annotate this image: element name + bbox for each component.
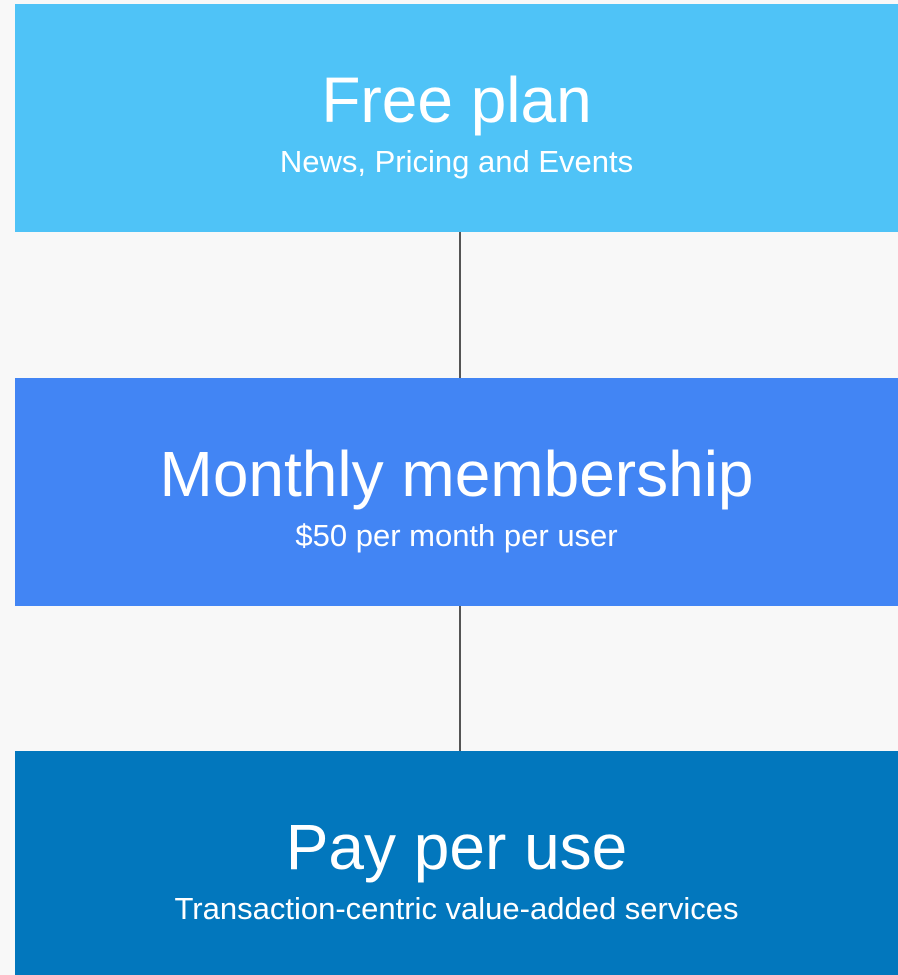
plan-title: Free plan: [321, 64, 592, 136]
plan-box-free: Free plan News, Pricing and Events: [15, 4, 898, 232]
plan-box-pay-per-use: Pay per use Transaction-centric value-ad…: [15, 751, 898, 975]
plan-title: Monthly membership: [159, 438, 754, 510]
plan-subtitle: News, Pricing and Events: [279, 144, 634, 179]
plan-title: Pay per use: [285, 811, 628, 883]
plan-box-monthly: Monthly membership $50 per month per use…: [15, 378, 898, 606]
plan-subtitle: Transaction-centric value-added services: [174, 891, 739, 926]
connector-line: [459, 232, 461, 378]
connector-line: [459, 606, 461, 751]
plan-subtitle: $50 per month per user: [295, 518, 618, 553]
